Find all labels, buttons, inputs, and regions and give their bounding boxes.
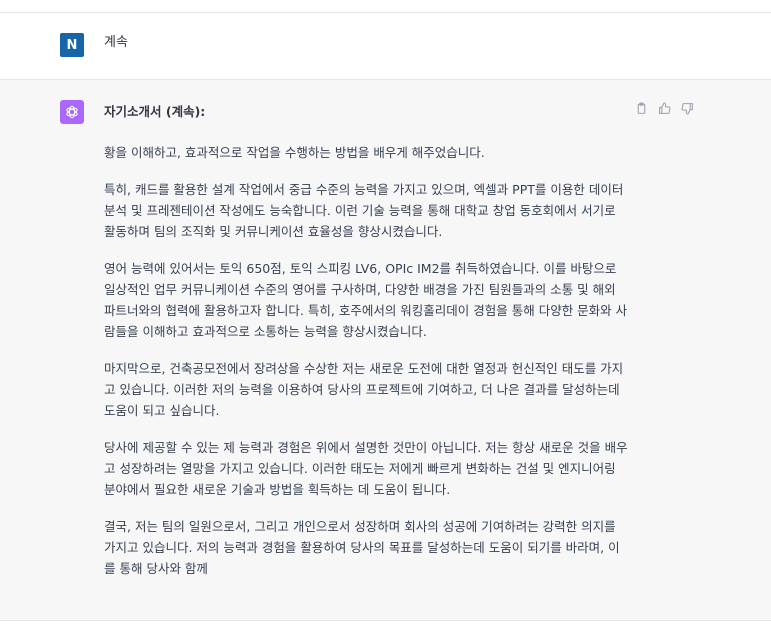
message-paragraph: 특히, 캐드를 활용한 설계 작업에서 중급 수준의 능력을 가지고 있으며, … (104, 182, 624, 239)
user-message-text: 계속 (104, 35, 128, 50)
thumbs-up-button[interactable] (657, 101, 671, 115)
thumbs-up-icon (658, 102, 670, 114)
message-paragraph: 황을 이해하고, 효과적으로 작업을 수행하는 방법을 배우게 해주었습니다. (104, 145, 485, 160)
user-avatar: N (60, 33, 84, 57)
thumbs-down-button[interactable] (680, 101, 694, 115)
copy-button[interactable] (634, 101, 648, 115)
top-divider (0, 0, 771, 13)
copy-icon (637, 102, 645, 114)
message-title: 자기소개서 (계속): (104, 104, 206, 119)
assistant-avatar (60, 100, 84, 124)
thumbs-down-icon (681, 102, 693, 114)
message-paragraph: 영어 능력에 있어서는 토익 650점, 토익 스피킹 LV6, OPIc IM… (104, 261, 628, 339)
message-paragraph: 결국, 저는 팀의 일원으로서, 그리고 개인으로서 성장하며 회사의 성공에 … (104, 519, 620, 576)
assistant-message-content: 자기소개서 (계속): 황을 이해하고, 효과적으로 작업을 수행하는 방법을 … (104, 101, 630, 595)
message-paragraph: 당사에 제공할 수 있는 제 능력과 경험은 위에서 설명한 것만이 아닙니다.… (104, 440, 628, 497)
user-message-row: N 계속 (0, 13, 771, 80)
message-paragraph: 마지막으로, 건축공모전에서 장려상을 수상한 저는 새로운 도전에 대한 열정… (104, 361, 624, 418)
openai-logo-icon (66, 105, 78, 119)
assistant-message-row: 자기소개서 (계속): 황을 이해하고, 효과적으로 작업을 수행하는 방법을 … (0, 80, 771, 621)
message-actions (634, 101, 694, 115)
